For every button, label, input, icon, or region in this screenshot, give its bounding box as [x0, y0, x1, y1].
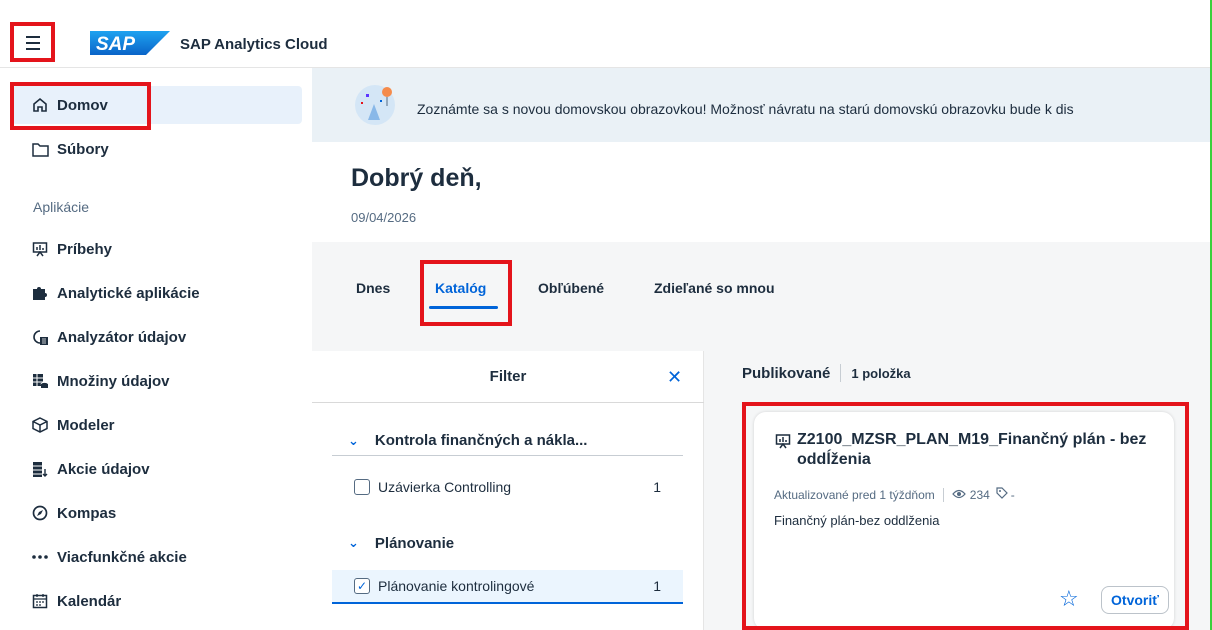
menu-icon[interactable]	[19, 29, 46, 56]
filter-option-count: 1	[653, 578, 661, 594]
svg-text:SAP: SAP	[96, 34, 135, 55]
close-icon[interactable]: ✕	[667, 367, 682, 388]
nav-item-label: Kalendár	[57, 592, 122, 610]
greeting-section: Dobrý deň, 09/04/2026	[312, 142, 1210, 242]
eye-icon	[951, 488, 966, 502]
filter-panel: Filter ✕ ⌄ Kontrola finančných a nákla..…	[312, 351, 704, 630]
nav-item-multi-actions[interactable]: Viacfunkčné akcie	[12, 538, 302, 576]
checkbox[interactable]	[354, 479, 370, 495]
story-icon	[31, 240, 49, 258]
filter-option-label: Plánovanie kontrolingové	[378, 578, 535, 594]
folder-icon	[31, 140, 49, 158]
card-title[interactable]: Z2100_MZSR_PLAN_M19_Finančný plán - bez …	[797, 430, 1157, 470]
nav-item-label: Množiny údajov	[57, 372, 170, 390]
nav-item-label: Modeler	[57, 416, 115, 434]
filter-group-label: Plánovanie	[374, 534, 455, 552]
greeting-date: 09/04/2026	[351, 210, 417, 225]
nav-item-modeler[interactable]: Modeler	[12, 406, 302, 444]
sap-logo: SAP	[90, 31, 170, 55]
divider	[840, 364, 842, 382]
more-icon	[31, 548, 49, 566]
card-views: 234	[969, 487, 990, 502]
results-header: Publikované 1 položka	[742, 364, 911, 382]
tab-active-indicator	[429, 306, 498, 309]
dataset-icon	[31, 372, 49, 390]
filter-option-count: 1	[653, 479, 661, 495]
filter-title: Filter	[489, 368, 527, 385]
nav-item-label: Akcie údajov	[57, 460, 150, 478]
tab-favorites[interactable]: Obľúbené	[538, 280, 604, 296]
announcement-banner: Zoznámte sa s novou domovskou obrazovkou…	[312, 68, 1210, 142]
tab-bar: Dnes Katalóg Obľúbené Zdieľané so mnou	[312, 268, 1210, 318]
compass-icon	[31, 504, 49, 522]
tab-today[interactable]: Dnes	[356, 280, 390, 296]
banner-text: Zoznámte sa s novou domovskou obrazovkou…	[417, 101, 1074, 117]
nav-item-label: Kompas	[57, 504, 117, 522]
side-navigation: Domov Súbory Aplikácie Príbehy Analytick…	[0, 68, 312, 630]
nav-item-calendar[interactable]: Kalendár	[12, 582, 302, 620]
nav-item-label: Analytické aplikácie	[57, 284, 200, 302]
divider	[942, 487, 944, 502]
story-card[interactable]: Z2100_MZSR_PLAN_M19_Finančný plán - bez …	[754, 412, 1174, 630]
card-updated: Aktualizované pred 1 týždňom	[774, 487, 935, 502]
announcement-illustration-icon	[355, 85, 395, 125]
chevron-down-icon: ⌄	[348, 535, 359, 550]
nav-item-stories[interactable]: Príbehy	[12, 230, 302, 268]
chevron-down-icon: ⌄	[348, 432, 359, 448]
cube-icon	[31, 416, 49, 434]
checkbox-checked[interactable]: ✓	[354, 578, 370, 594]
card-description: Finančný plán-bez oddlženia	[774, 513, 940, 528]
puzzle-icon	[31, 284, 49, 302]
tab-catalog[interactable]: Katalóg	[435, 280, 486, 296]
nav-item-datasets[interactable]: Množiny údajov	[12, 362, 302, 400]
filter-group-label: Kontrola finančných a nákla...	[374, 432, 588, 449]
data-action-icon	[31, 460, 49, 478]
nav-item-label: Príbehy	[57, 240, 113, 258]
nav-item-label: Súbory	[57, 140, 109, 158]
story-icon	[775, 434, 791, 449]
filter-group-planning[interactable]: ⌄ Plánovanie	[332, 528, 683, 558]
data-analyzer-icon	[31, 328, 49, 346]
nav-item-label: Domov	[57, 96, 108, 114]
nav-item-label: Analyzátor údajov	[57, 328, 187, 346]
star-icon[interactable]: ☆	[1059, 588, 1079, 610]
nav-item-compass[interactable]: Kompas	[12, 494, 302, 532]
card-tags: -	[1010, 487, 1015, 502]
filter-option-uzavierka[interactable]: Uzávierka Controlling 1	[332, 470, 683, 504]
filter-group-controlling[interactable]: ⌄ Kontrola finančných a nákla...	[332, 426, 683, 456]
filter-option-planovanie[interactable]: ✓ Plánovanie kontrolingové 1	[332, 570, 683, 604]
nav-item-files[interactable]: Súbory	[12, 130, 302, 168]
calendar-icon	[31, 592, 49, 610]
shell-bar: SAP SAP Analytics Cloud	[0, 0, 1212, 68]
filter-option-label: Uzávierka Controlling	[378, 479, 512, 495]
results-count: 1 položka	[851, 365, 911, 381]
nav-group-label: Aplikácie	[33, 199, 90, 215]
open-button[interactable]: Otvoriť	[1101, 586, 1169, 614]
nav-item-home[interactable]: Domov	[12, 86, 302, 124]
home-icon	[31, 96, 49, 114]
card-meta: Aktualizované pred 1 týždňom 234 -	[774, 487, 1015, 502]
nav-item-analytic-apps[interactable]: Analytické aplikácie	[12, 274, 302, 312]
filter-header: Filter ✕	[312, 351, 704, 403]
main-content: Zoznámte sa s novou domovskou obrazovkou…	[312, 68, 1210, 630]
nav-item-label: Viacfunkčné akcie	[57, 548, 187, 566]
greeting-title: Dobrý deň,	[351, 164, 482, 192]
tab-shared-with-me[interactable]: Zdieľané so mnou	[654, 280, 775, 296]
nav-item-data-analyzer[interactable]: Analyzátor údajov	[12, 318, 302, 356]
tag-icon	[996, 487, 1008, 502]
results-heading: Publikované	[742, 364, 831, 382]
app-title: SAP Analytics Cloud	[180, 36, 328, 53]
nav-item-data-actions[interactable]: Akcie údajov	[12, 450, 302, 488]
